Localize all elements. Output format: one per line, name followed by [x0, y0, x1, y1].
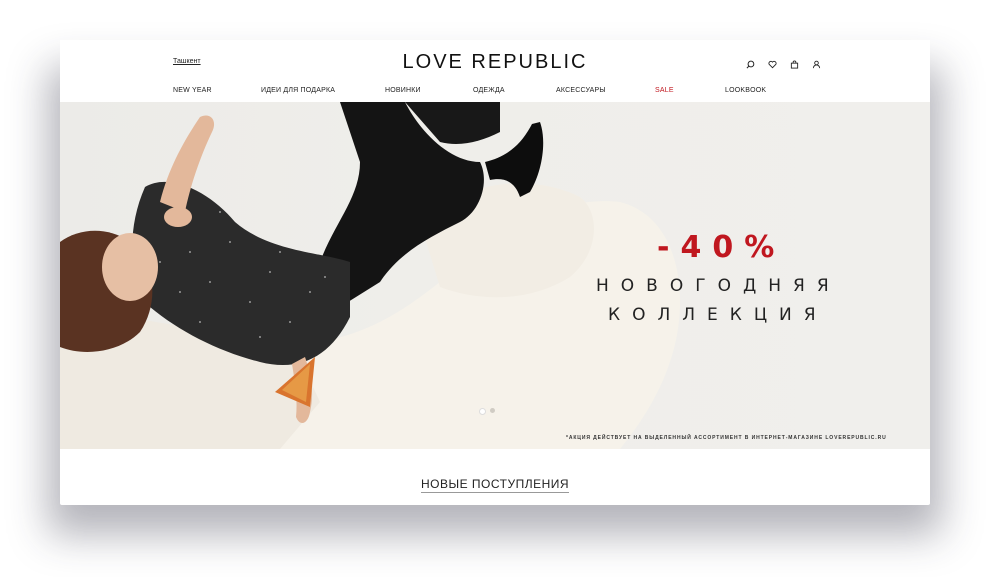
nav-item-lookbook[interactable]: LOOKBOOK: [725, 87, 766, 94]
section-title-text: НОВЫЕ ПОСТУПЛЕНИЯ: [420, 477, 570, 493]
heart-icon[interactable]: [766, 58, 778, 70]
nav-item-sale[interactable]: SALE: [655, 87, 674, 94]
nav-item-clothing[interactable]: ОДЕЖДА: [473, 87, 505, 94]
main-nav: NEW YEAR ИДЕИ ДЛЯ ПОДАРКА НОВИНКИ ОДЕЖДА…: [60, 87, 930, 99]
search-icon[interactable]: [744, 58, 756, 70]
nav-item-accessories[interactable]: АКСЕССУАРЫ: [556, 87, 606, 94]
site-header: Ташкент LOVE REPUBLIC NEW YEAR ИДЕИ ДЛЯ …: [60, 40, 930, 102]
nav-item-new-year[interactable]: NEW YEAR: [173, 87, 212, 94]
hand-shape: [164, 207, 192, 227]
promo-disclaimer: *АКЦИЯ ДЕЙСТВУЕТ НА ВЫДЕЛЕННЫЙ АССОРТИМЕ…: [566, 435, 887, 441]
user-icon[interactable]: [810, 58, 822, 70]
nav-item-gift-ideas[interactable]: ИДЕИ ДЛЯ ПОДАРКА: [261, 87, 335, 94]
promo-discount: -40%: [657, 230, 786, 265]
header-icons: [744, 58, 822, 70]
bag-icon[interactable]: [788, 58, 800, 70]
carousel-dot-1[interactable]: [479, 408, 486, 415]
hero-banner[interactable]: -40% НОВОГОДНЯЯ КОЛЛЕКЦИЯ *АКЦИЯ ДЕЙСТВУ…: [60, 102, 930, 449]
nav-item-new-arrivals[interactable]: НОВИНКИ: [385, 87, 421, 94]
browser-page: Ташкент LOVE REPUBLIC NEW YEAR ИДЕИ ДЛЯ …: [60, 40, 930, 497]
face-shape: [102, 233, 158, 301]
carousel-dot-2[interactable]: [490, 408, 495, 413]
promo-title-line2: КОЛЛЕКЦИЯ: [608, 305, 828, 325]
promo-title-line1: НОВОГОДНЯЯ: [596, 276, 841, 296]
new-arrivals-heading[interactable]: НОВЫЕ ПОСТУПЛЕНИЯ: [60, 477, 930, 493]
carousel-dots: [479, 408, 495, 415]
